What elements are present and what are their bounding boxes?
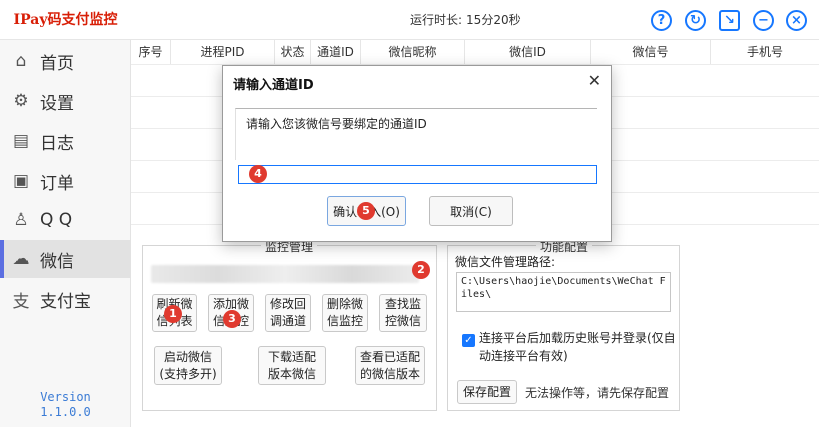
runtime-display: 运行时长: 15分20秒 [410,0,521,40]
sidebar-item-label: 支付宝 [40,291,91,312]
modify-callback-channel-button[interactable]: 修改回 调通道 [265,294,311,332]
dialog-prompt: 请输入您该微信号要绑定的通道ID [235,108,597,160]
dialog-title: 请输入通道ID [233,78,314,93]
sidebar-item-wechat[interactable]: ☁ 微信 [0,240,131,278]
sidebar-item-label: 首页 [40,53,74,74]
column-header[interactable]: 微信昵称 [361,40,465,64]
home-icon: ⌂ [15,51,27,71]
download-compatible-wechat-button[interactable]: 下载适配 版本微信 [258,346,326,385]
close-icon[interactable]: × [786,10,807,31]
redacted-account-bar [151,265,419,283]
step-badge: 1 [164,305,182,323]
title-bar: IPay码支付监控 运行时长: 15分20秒 ? ↻ ↘ − × [0,0,819,40]
sidebar-item-home[interactable]: ⌂ 首页 [0,42,131,80]
launch-wechat-button[interactable]: 启动微信 (支持多开) [154,346,222,385]
dialog-close-icon[interactable]: ✕ [588,71,601,90]
order-search-icon: ▣ [12,171,30,191]
minimize-to-tray-icon[interactable]: ↘ [719,10,740,31]
sidebar-item-label: Q Q [40,210,73,230]
delete-wechat-monitor-button[interactable]: 删除微 信监控 [322,294,368,332]
sidebar-item-settings[interactable]: ⚙ 设置 [0,82,131,120]
step-badge: 5 [357,202,375,220]
view-compatible-versions-button[interactable]: 查看已适配 的微信版本 [355,346,425,385]
minimize-icon[interactable]: − [753,10,774,31]
column-header[interactable]: 微信ID [465,40,591,64]
clipboard-icon: ▤ [12,131,30,151]
sidebar-item-log[interactable]: ▤ 日志 [0,122,131,160]
sidebar-item-orders[interactable]: ▣ 订单 [0,162,131,200]
channel-id-dialog: 请输入通道ID ✕ 请输入您该微信号要绑定的通道ID 确认输入(O) 取消(C) [222,65,612,242]
load-history-checkbox-label: 连接平台后加载历史账号并登录(仅自动连接平台有效) [479,331,676,363]
version-number: 1.1.0.0 [40,405,91,419]
gear-icon: ⚙ [13,91,29,111]
wechat-table-header: 序号 进程PID 状态 通道ID 微信昵称 微信ID 微信号 手机号 [131,40,819,64]
wechat-path-field[interactable]: C:\Users\haojie\Documents\WeChat Files\ [456,272,671,312]
dialog-cancel-button[interactable]: 取消(C) [429,196,513,226]
app-title: IPay码支付监控 [13,12,118,28]
sidebar-item-qq[interactable]: ♙ Q Q [0,201,131,239]
refresh-icon[interactable]: ↻ [685,10,706,31]
column-header[interactable]: 进程PID [171,40,275,64]
step-badge: 3 [223,310,241,328]
monitor-panel: 监控管理 刷新微 信列表 添加微 信监控 修改回 调通道 删除微 信监控 查找监… [142,238,437,411]
save-config-button[interactable]: 保存配置 [457,380,517,404]
sidebar-item-label: 微信 [40,251,74,272]
wechat-path-label: 微信文件管理路径: [455,255,556,269]
save-config-hint: 无法操作等，请先保存配置 [525,386,670,400]
sidebar-item-alipay[interactable]: 支 支付宝 [0,280,131,318]
config-panel: 功能配置 微信文件管理路径: C:\Users\haojie\Documents… [447,238,680,411]
sidebar: ⌂ 首页 ⚙ 设置 ▤ 日志 ▣ 订单 ♙ Q Q ☁ 微信 支 支付宝 Ver… [0,40,131,427]
runtime-label: 运行时长: [410,13,463,27]
wechat-icon: ☁ [12,249,30,269]
qq-icon: ♙ [13,210,29,230]
alipay-icon: 支 [12,291,30,312]
step-badge: 4 [249,165,267,183]
runtime-value: 15分20秒 [466,13,521,27]
step-badge: 2 [412,261,430,279]
find-monitored-wechat-button[interactable]: 查找监 控微信 [379,294,427,332]
sidebar-item-label: 日志 [40,133,74,154]
version-label: Version [40,390,91,404]
sidebar-item-label: 设置 [40,93,74,114]
channel-id-input[interactable] [238,165,597,184]
column-header[interactable]: 通道ID [311,40,361,64]
load-history-checkbox[interactable]: ✓ [462,334,475,347]
sidebar-item-label: 订单 [40,173,74,194]
column-header[interactable]: 手机号 [711,40,819,64]
column-header[interactable]: 微信号 [591,40,711,64]
column-header[interactable]: 序号 [131,40,171,64]
help-icon[interactable]: ? [651,10,672,31]
column-header[interactable]: 状态 [275,40,311,64]
